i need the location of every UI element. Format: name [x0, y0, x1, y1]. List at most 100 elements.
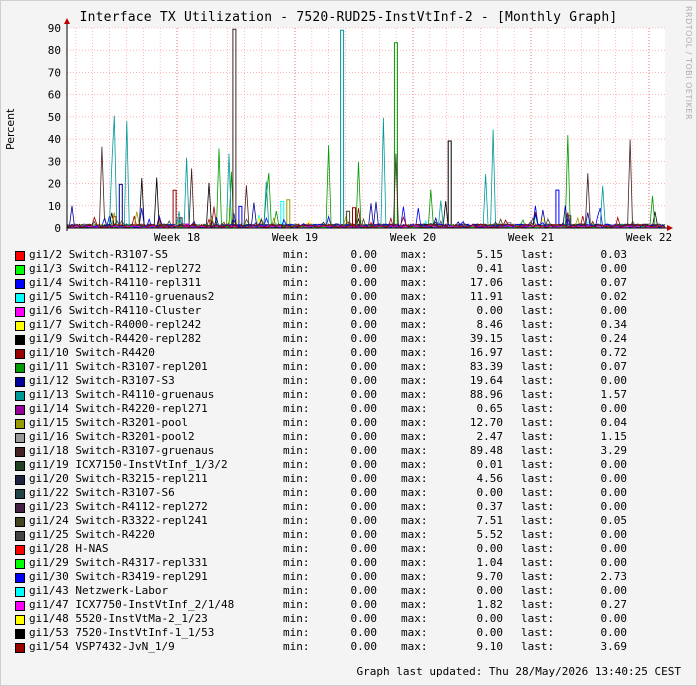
max-value: 39.15: [469, 332, 503, 345]
x-tick-label: Week 20: [390, 231, 436, 244]
last-label: last:: [521, 500, 555, 513]
series-name: gi1/48 5520-InstVtMa-2_1/23: [29, 612, 208, 625]
last-value: 0.00: [600, 500, 628, 513]
min-label: min:: [283, 318, 310, 331]
max-value: 5.52: [476, 528, 504, 541]
legend-swatch: [15, 461, 25, 471]
last-value: 0.00: [600, 528, 628, 541]
max-value: 0.01: [476, 458, 504, 471]
legend-swatch: [15, 587, 25, 597]
series-name: gi1/22 Switch-R3107-S6: [29, 486, 175, 499]
series-name: gi1/20 Switch-R3215-repl211: [29, 472, 208, 485]
max-value: 8.46: [476, 318, 504, 331]
last-label: last:: [521, 584, 555, 597]
last-value: 2.73: [600, 570, 628, 583]
series-name: gi1/23 Switch-R4112-repl272: [29, 500, 208, 513]
max-value: 0.00: [476, 626, 504, 639]
y-tick-label: 40: [48, 133, 61, 146]
last-label: last:: [521, 248, 555, 261]
max-label: max:: [401, 598, 428, 611]
max-label: max:: [401, 612, 428, 625]
max-value: 11.91: [469, 290, 503, 303]
last-value: 0.00: [600, 626, 628, 639]
min-label: min:: [283, 444, 310, 457]
x-tick-label: Week 19: [272, 231, 318, 244]
max-value: 1.82: [476, 598, 504, 611]
min-label: min:: [283, 458, 310, 471]
min-label: min:: [283, 626, 310, 639]
max-value: 17.06: [469, 276, 503, 289]
last-label: last:: [521, 570, 555, 583]
min-label: min:: [283, 500, 310, 513]
legend-swatch: [15, 419, 25, 429]
min-label: min:: [283, 472, 310, 485]
min-label: min:: [283, 346, 310, 359]
legend-swatch: [15, 363, 25, 373]
last-value: 3.29: [600, 444, 628, 457]
max-label: max:: [401, 248, 428, 261]
last-value: 0.00: [600, 304, 628, 317]
min-label: min:: [283, 374, 310, 387]
y-tick-label: 20: [48, 178, 61, 191]
last-label: last:: [521, 346, 555, 359]
max-label: max:: [401, 570, 428, 583]
max-label: max:: [401, 332, 428, 345]
min-label: min:: [283, 402, 310, 415]
max-label: max:: [401, 318, 428, 331]
y-tick-label: 60: [48, 89, 61, 102]
x-tick-label: Week 18: [154, 231, 200, 244]
legend-swatch: [15, 405, 25, 415]
max-value: 0.00: [476, 542, 504, 555]
min-value: 0.00: [350, 290, 378, 303]
series-name: gi1/6 Switch-R4110-Cluster: [29, 304, 202, 317]
min-label: min:: [283, 514, 310, 527]
last-value: 0.00: [600, 486, 628, 499]
legend-swatch: [15, 545, 25, 555]
legend-swatch: [15, 517, 25, 527]
max-value: 0.65: [476, 402, 504, 415]
last-value: 0.00: [600, 556, 628, 569]
last-value: 3.69: [600, 640, 628, 653]
last-label: last:: [521, 402, 555, 415]
last-value: 0.00: [600, 542, 628, 555]
last-value: 1.57: [600, 388, 628, 401]
max-label: max:: [401, 556, 428, 569]
last-value: 0.05: [600, 514, 628, 527]
last-value: 0.72: [600, 346, 628, 359]
max-value: 19.64: [469, 374, 503, 387]
legend-swatch: [15, 265, 25, 275]
min-label: min:: [283, 262, 310, 275]
min-value: 0.00: [350, 458, 378, 471]
y-tick-label: 80: [48, 44, 61, 57]
min-label: min:: [283, 430, 310, 443]
last-label: last:: [521, 556, 555, 569]
min-value: 0.00: [350, 248, 378, 261]
legend-swatch: [15, 643, 25, 653]
last-label: last:: [521, 276, 555, 289]
min-value: 0.00: [350, 402, 378, 415]
legend-swatch: [15, 629, 25, 639]
min-value: 0.00: [350, 514, 378, 527]
max-label: max:: [401, 542, 428, 555]
legend-swatch: [15, 489, 25, 499]
max-label: max:: [401, 388, 428, 401]
max-label: max:: [401, 584, 428, 597]
legend-swatch: [15, 321, 25, 331]
x-tick-label: Week 22: [626, 231, 672, 244]
last-label: last:: [521, 542, 555, 555]
legend-swatch: [15, 251, 25, 261]
max-value: 9.10: [476, 640, 504, 653]
legend-swatch: [15, 377, 25, 387]
min-value: 0.00: [350, 500, 378, 513]
min-label: min:: [283, 304, 310, 317]
max-label: max:: [401, 304, 428, 317]
last-value: 0.04: [600, 416, 628, 429]
min-label: min:: [283, 360, 310, 373]
min-value: 0.00: [350, 472, 378, 485]
min-value: 0.00: [350, 584, 378, 597]
min-label: min:: [283, 556, 310, 569]
min-label: min:: [283, 570, 310, 583]
min-value: 0.00: [350, 556, 378, 569]
legend-swatch: [15, 391, 25, 401]
series-name: gi1/2 Switch-R3107-S5: [29, 248, 169, 261]
